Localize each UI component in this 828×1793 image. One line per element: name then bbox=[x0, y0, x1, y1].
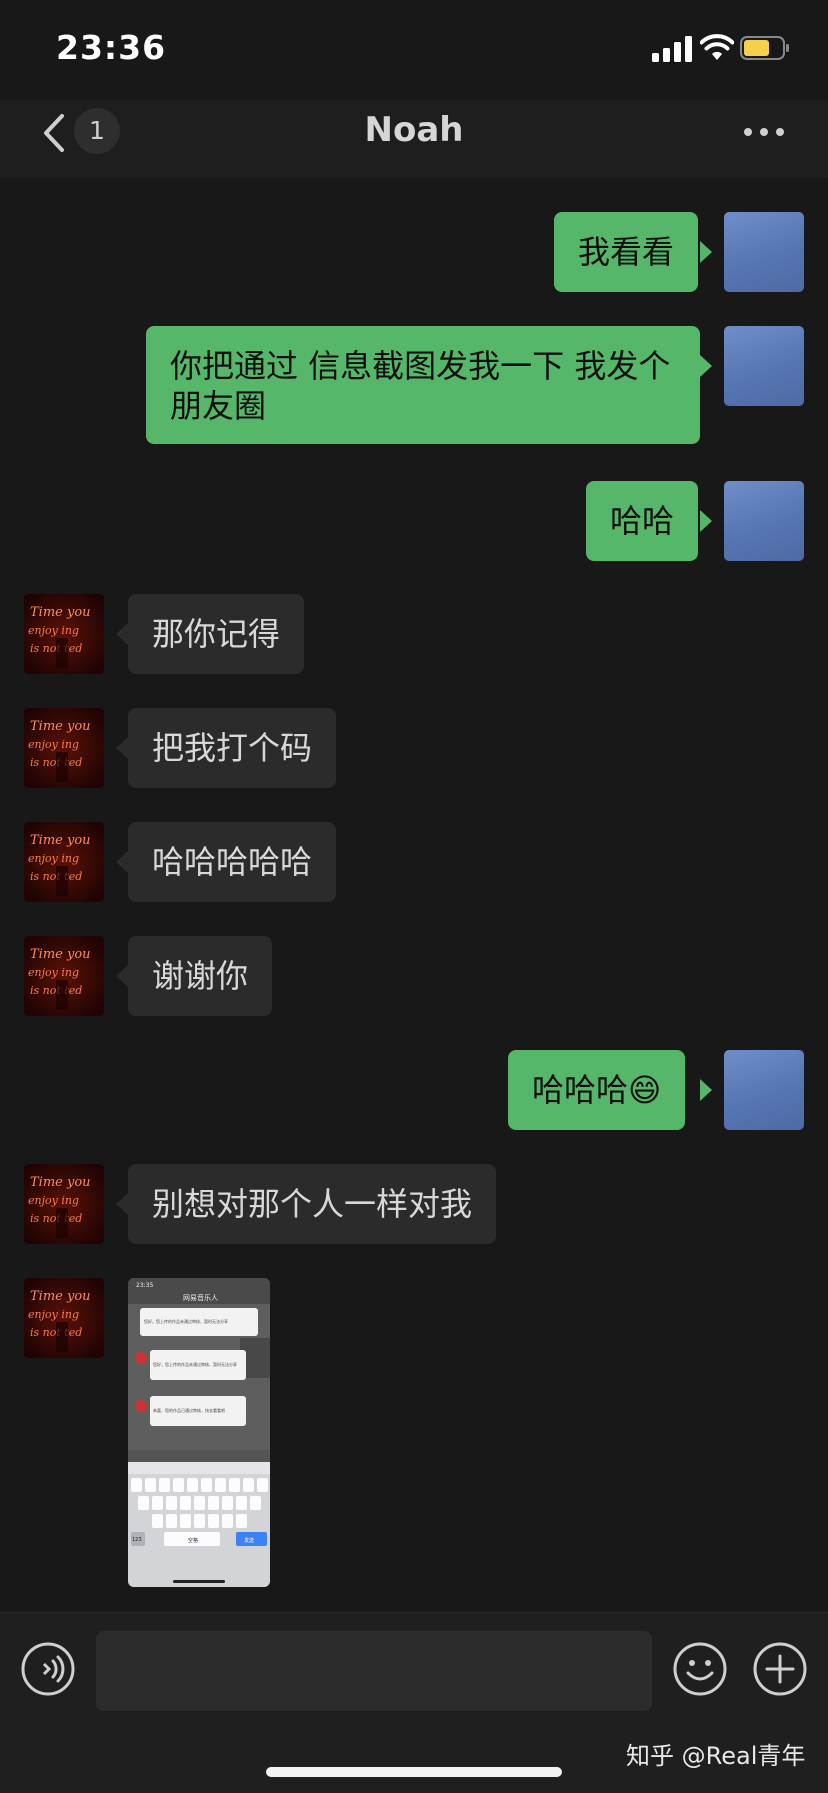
svg-text:123: 123 bbox=[132, 1537, 142, 1543]
contact-avatar[interactable]: Time you enjoy ing is not ted bbox=[24, 594, 104, 674]
message-bubble[interactable]: 别想对那个人一样对我 bbox=[128, 1164, 497, 1244]
image-message-screenshot[interactable]: 23:35 网易音乐人 您好，您上传的作品未通过审核，暂时无法分享 您好，您上传… bbox=[128, 1278, 270, 1587]
home-indicator[interactable] bbox=[266, 1767, 562, 1777]
contact-avatar[interactable]: Time you enjoy ing is not ted bbox=[24, 1164, 104, 1244]
more-options-icon[interactable] bbox=[736, 112, 792, 152]
svg-text:Time you: Time you bbox=[30, 1175, 91, 1190]
bubble-tail bbox=[116, 623, 128, 645]
message-bubble[interactable]: 哈哈 bbox=[586, 481, 699, 561]
bubble-tail bbox=[700, 355, 712, 377]
message-bubble[interactable]: 把我打个码 bbox=[128, 708, 337, 788]
bubble-tail bbox=[700, 1079, 712, 1101]
chat-header: 1 Noah bbox=[0, 100, 828, 178]
status-time: 23:36 bbox=[56, 28, 167, 67]
svg-text:Time you: Time you bbox=[30, 947, 91, 962]
svg-text:空格: 空格 bbox=[188, 1537, 198, 1544]
wifi-icon bbox=[700, 34, 734, 60]
status-bar: 23:36 bbox=[0, 0, 828, 100]
my-avatar[interactable] bbox=[724, 212, 804, 292]
svg-text:23:35: 23:35 bbox=[136, 1282, 153, 1289]
svg-text:enjoy ing: enjoy ing bbox=[28, 624, 79, 637]
svg-text:发送: 发送 bbox=[244, 1537, 254, 1544]
bubble-tail bbox=[116, 965, 128, 987]
svg-text:您好，您上传的作品未通过审核，暂时无法分享: 您好，您上传的作品未通过审核，暂时无法分享 bbox=[153, 1361, 237, 1367]
chat-title: Noah bbox=[364, 110, 464, 150]
contact-avatar[interactable]: Time you enjoy ing is not ted bbox=[24, 1278, 104, 1358]
svg-text:恭喜，您的作品已通过审核，快去看看吧: 恭喜，您的作品已通过审核，快去看看吧 bbox=[153, 1407, 225, 1413]
neon-sign-image: Time you enjoy ing is not ted bbox=[24, 708, 104, 788]
message-bubble[interactable]: 那你记得 bbox=[128, 594, 305, 674]
svg-text:enjoy ing: enjoy ing bbox=[28, 738, 79, 751]
emoji-icon[interactable] bbox=[672, 1641, 728, 1697]
svg-text:Time you: Time you bbox=[30, 605, 91, 620]
voice-input-icon[interactable] bbox=[20, 1641, 76, 1697]
plus-icon[interactable] bbox=[752, 1641, 808, 1697]
my-avatar[interactable] bbox=[724, 326, 804, 406]
bubble-tail bbox=[116, 737, 128, 759]
svg-text:网易音乐人: 网易音乐人 bbox=[183, 1293, 218, 1302]
neon-sign-image: Time you enjoy ing is not ted bbox=[24, 1278, 104, 1358]
svg-text:Time you: Time you bbox=[30, 1289, 91, 1304]
neon-sign-image: Time you enjoy ing is not ted bbox=[24, 822, 104, 902]
message-bubble[interactable]: 哈哈哈哈哈 bbox=[128, 822, 337, 902]
signal-icon bbox=[652, 36, 692, 62]
svg-text:enjoy ing: enjoy ing bbox=[28, 1308, 79, 1321]
message-text-input[interactable] bbox=[96, 1631, 652, 1711]
contact-avatar[interactable]: Time you enjoy ing is not ted bbox=[24, 822, 104, 902]
message-bubble[interactable]: 我看看 bbox=[554, 212, 699, 292]
contact-avatar[interactable]: Time you enjoy ing is not ted bbox=[24, 936, 104, 1016]
svg-text:您好，您上传的作品未通过审核，暂时无法分享: 您好，您上传的作品未通过审核，暂时无法分享 bbox=[144, 1318, 228, 1324]
neon-sign-image: Time you enjoy ing is not ted bbox=[24, 1164, 104, 1244]
message-bubble[interactable]: 你把通过 信息截图发我一下 我发个朋友圈 bbox=[146, 326, 700, 444]
bubble-tail bbox=[116, 851, 128, 873]
bubble-tail bbox=[116, 1193, 128, 1215]
svg-text:Time you: Time you bbox=[30, 833, 91, 848]
watermark-text: 知乎 @Real青年 bbox=[626, 1742, 806, 1770]
bubble-tail bbox=[700, 510, 712, 532]
screenshot-thumbnail: 23:35 网易音乐人 您好，您上传的作品未通过审核，暂时无法分享 您好，您上传… bbox=[128, 1278, 270, 1587]
message-bubble[interactable]: 哈哈哈😄 bbox=[508, 1050, 686, 1130]
svg-text:enjoy ing: enjoy ing bbox=[28, 852, 79, 865]
svg-text:enjoy ing: enjoy ing bbox=[28, 1194, 79, 1207]
contact-avatar[interactable]: Time you enjoy ing is not ted bbox=[24, 708, 104, 788]
neon-sign-image: Time you enjoy ing is not ted bbox=[24, 936, 104, 1016]
message-bubble[interactable]: 谢谢你 bbox=[128, 936, 273, 1016]
svg-text:enjoy ing: enjoy ing bbox=[28, 966, 79, 979]
my-avatar[interactable] bbox=[724, 481, 804, 561]
my-avatar[interactable] bbox=[724, 1050, 804, 1130]
battery-icon bbox=[740, 36, 789, 60]
neon-sign-image: Time you enjoy ing is not ted bbox=[24, 594, 104, 674]
svg-text:Time you: Time you bbox=[30, 719, 91, 734]
bubble-tail bbox=[700, 241, 712, 263]
